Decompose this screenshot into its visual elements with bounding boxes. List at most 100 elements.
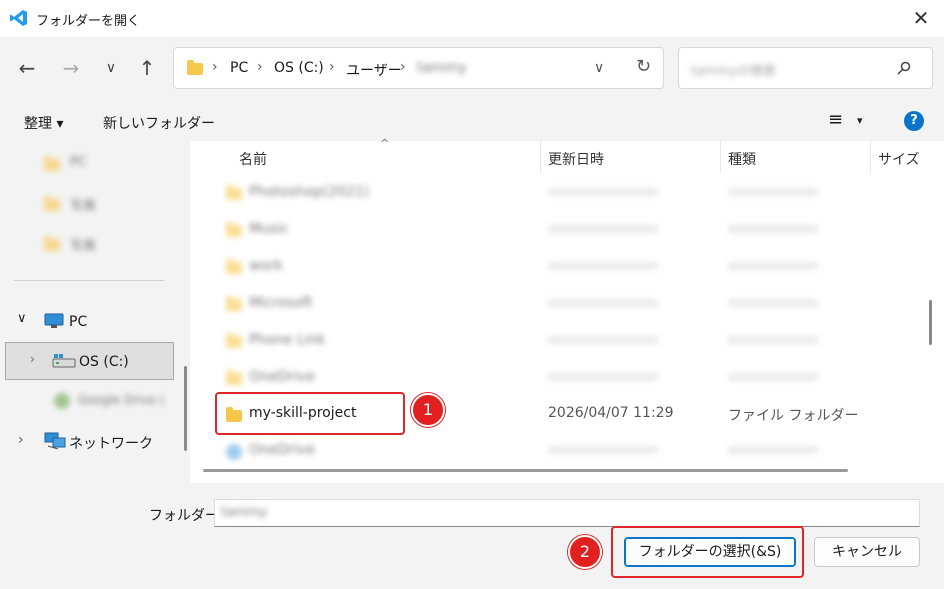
search-icon[interactable] xyxy=(897,61,911,75)
file-type xyxy=(728,446,818,454)
sidebar-scrollbar[interactable] xyxy=(184,366,187,451)
forward-arrow-icon[interactable]: → xyxy=(58,55,84,81)
help-icon[interactable]: ? xyxy=(904,111,924,131)
window-title: フォルダーを開く xyxy=(36,14,141,29)
folder-icon xyxy=(44,156,60,171)
cancel-button[interactable]: キャンセル xyxy=(814,537,920,567)
file-date xyxy=(548,336,658,344)
organize-menu-button[interactable]: 整理 ▾ xyxy=(24,113,63,133)
file-name: Photoshop(2021) xyxy=(249,184,370,200)
folder-icon xyxy=(226,259,242,274)
sidebar-item-network[interactable]: › ネットワーク xyxy=(0,428,180,456)
column-header-date[interactable]: 更新日時 xyxy=(548,149,604,169)
collapsed-chevron-icon[interactable]: › xyxy=(30,352,35,366)
file-date xyxy=(548,446,658,454)
list-item[interactable]: Music xyxy=(200,212,900,249)
sidebar-item-label: PC xyxy=(70,155,87,170)
folder-icon xyxy=(226,185,242,200)
folder-input-value: tammy xyxy=(221,505,268,520)
folder-icon xyxy=(44,196,60,211)
breadcrumb-user-folder[interactable]: tammy xyxy=(417,60,467,76)
folder-label: フォルダー: xyxy=(149,508,224,524)
list-item[interactable]: Phone Link xyxy=(200,323,900,360)
sidebar-item-label: PC xyxy=(69,314,88,330)
step-badge-1: 1 xyxy=(411,393,445,427)
highlight-box-folder xyxy=(215,392,405,435)
computer-icon xyxy=(44,313,64,328)
sidebar-item-blurred[interactable]: 写真 xyxy=(44,235,144,255)
select-folder-button[interactable]: フォルダーの選択(&S) xyxy=(624,537,796,567)
file-date: 2026/04/07 11:29 xyxy=(548,405,674,421)
breadcrumb-separator: › xyxy=(329,59,335,75)
sidebar-item-blurred[interactable]: PC xyxy=(44,155,144,175)
breadcrumb-separator: › xyxy=(257,59,263,75)
file-type xyxy=(728,225,818,233)
breadcrumb-users[interactable]: ユーザー xyxy=(346,60,402,80)
folder-icon xyxy=(44,236,60,251)
navigation-bar: ← → ∨ ↑ › PC › OS (C:) › ユーザー › tammy ∨ … xyxy=(0,37,944,100)
list-item[interactable]: work xyxy=(200,249,900,286)
file-name: OneDrive xyxy=(249,442,315,458)
drive-icon xyxy=(52,354,76,368)
new-folder-button[interactable]: 新しいフォルダー xyxy=(103,113,215,133)
refresh-icon[interactable]: ↻ xyxy=(636,56,651,77)
file-name: Phone Link xyxy=(249,332,326,348)
column-header-size[interactable]: サイズ xyxy=(878,149,920,169)
list-item[interactable]: Microsoft xyxy=(200,286,900,323)
column-divider xyxy=(870,141,871,173)
file-type xyxy=(728,299,818,307)
title-bar: フォルダーを開く ✕ xyxy=(0,0,944,37)
file-date xyxy=(548,373,658,381)
horizontal-scrollbar[interactable] xyxy=(203,469,848,472)
step-badge-2: 2 xyxy=(568,535,602,569)
vscode-icon xyxy=(10,10,27,26)
file-type: ファイル フォルダー xyxy=(728,408,859,424)
folder-icon xyxy=(226,222,242,237)
onedrive-icon xyxy=(226,444,242,460)
file-type xyxy=(728,373,818,381)
column-divider xyxy=(720,141,721,173)
file-date xyxy=(548,225,658,233)
expanded-chevron-icon[interactable]: ∨ xyxy=(17,311,27,326)
list-item[interactable]: Photoshop(2021) xyxy=(200,175,900,212)
google-drive-icon xyxy=(54,393,70,409)
sidebar-item-os-drive[interactable]: › OS (C:) xyxy=(5,342,174,380)
breadcrumb-separator: › xyxy=(212,59,218,75)
back-arrow-icon[interactable]: ← xyxy=(14,55,40,81)
folder-icon xyxy=(226,370,242,385)
file-type xyxy=(728,262,818,270)
breadcrumb-os[interactable]: OS (C:) xyxy=(274,60,324,76)
search-box[interactable]: tammyの検索 xyxy=(678,47,933,89)
folder-name-input[interactable]: tammy xyxy=(214,499,920,527)
command-bar: 整理 ▾ 新しいフォルダー ≡ ▾ ? xyxy=(0,100,944,141)
file-date xyxy=(548,299,658,307)
sidebar-item-label: ネットワーク xyxy=(69,436,153,452)
list-item[interactable]: OneDrive xyxy=(200,433,900,470)
sidebar-item-label: 写真 xyxy=(70,199,97,214)
sidebar-item-pc[interactable]: ∨ PC xyxy=(0,308,180,336)
sidebar-item-blurred[interactable]: 写真 xyxy=(44,195,144,215)
column-header-name[interactable]: 名前 xyxy=(239,149,267,169)
close-icon[interactable]: ✕ xyxy=(908,6,934,30)
file-type xyxy=(728,336,818,344)
vertical-scrollbar[interactable] xyxy=(929,300,932,345)
view-options-icon[interactable]: ≡ xyxy=(828,109,843,130)
address-dropdown-icon[interactable]: ∨ xyxy=(594,60,604,76)
sidebar-item-google-drive[interactable]: Google Drive ( xyxy=(30,391,180,413)
recent-locations-icon[interactable]: ∨ xyxy=(98,55,124,81)
folder-icon xyxy=(187,60,203,75)
file-type xyxy=(728,188,818,196)
address-bar[interactable]: › PC › OS (C:) › ユーザー › tammy ∨ ↻ xyxy=(173,47,664,89)
sidebar-item-label: 写真 xyxy=(70,239,97,254)
file-name: Microsoft xyxy=(249,295,313,311)
sidebar-divider xyxy=(14,280,164,281)
sort-ascending-icon: ^ xyxy=(380,137,390,150)
column-header-type[interactable]: 種類 xyxy=(728,149,756,169)
collapsed-chevron-icon[interactable]: › xyxy=(18,432,24,448)
search-placeholder: tammyの検索 xyxy=(691,64,777,79)
breadcrumb-pc[interactable]: PC xyxy=(230,60,248,76)
view-dropdown-icon[interactable]: ▾ xyxy=(857,114,863,127)
sidebar-item-label: OS (C:) xyxy=(79,354,129,370)
file-name: Music xyxy=(249,221,289,237)
up-arrow-icon[interactable]: ↑ xyxy=(134,55,160,81)
